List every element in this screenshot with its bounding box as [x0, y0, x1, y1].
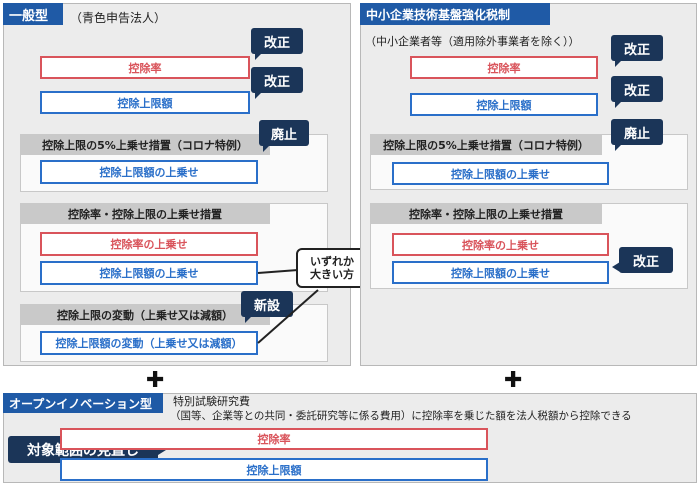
sme-addon-revision-badge: 改正	[612, 247, 673, 273]
note-line-1: いずれか	[310, 255, 354, 268]
open-innovation-description: （国等、企業等との共同・委託研究等に係る費用）に控除率を乗じた額を法人税額から控…	[170, 410, 632, 422]
sme-corona-abolished-label: 廃止	[623, 126, 650, 142]
bubble-tail	[615, 143, 623, 151]
plus-icon: ✚	[504, 368, 523, 393]
sme-addon-limit-box: 控除上限額の上乗せ	[392, 261, 609, 284]
sme-subtitle: （中小企業者等（適用除外事業者を除く））	[365, 35, 580, 48]
bubble-tail	[612, 262, 620, 272]
sme-addon-rate-box: 控除率の上乗せ	[392, 233, 609, 256]
sme-corona-header: 控除上限の5%上乗せ措置（コロナ特例）	[370, 134, 602, 155]
sme-rate-box: 控除率	[410, 56, 598, 79]
bubble-tail	[615, 100, 623, 108]
open-rate-box: 控除率	[60, 428, 488, 450]
sme-addon-header: 控除率・控除上限の上乗せ措置	[370, 203, 602, 224]
sme-rate-revision-label: 改正	[623, 42, 650, 58]
larger-of-two-note: いずれか 大きい方	[296, 248, 368, 288]
sme-rate-revision-badge: 改正	[611, 35, 663, 67]
sme-corona-abolished-badge: 廃止	[611, 119, 663, 151]
bubble-tail	[615, 59, 623, 67]
note-line-2: 大きい方	[310, 268, 354, 281]
sme-tag: 中小企業技術基盤強化税制	[360, 3, 550, 25]
open-limit-box: 控除上限額	[60, 458, 488, 481]
open-innovation-title: 特別試験研究費	[173, 395, 250, 408]
sme-limit-revision-badge: 改正	[611, 76, 663, 108]
sme-corona-box: 控除上限額の上乗せ	[392, 162, 609, 185]
open-innovation-tag: オープンイノベーション型	[3, 393, 163, 413]
sme-addon-revision-label: 改正	[632, 254, 659, 270]
sme-limit-box: 控除上限額	[410, 93, 598, 116]
plus-icon: ✚	[146, 368, 165, 393]
sme-limit-revision-label: 改正	[623, 83, 650, 99]
